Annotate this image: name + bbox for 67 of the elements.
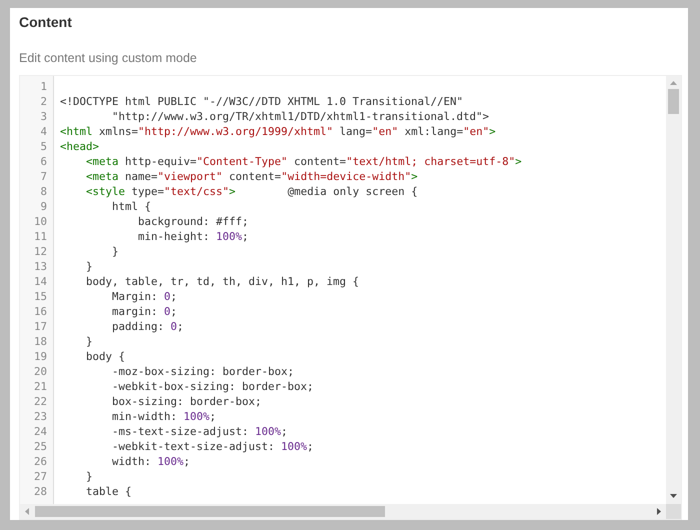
- code-line: "http://www.w3.org/TR/xhtml1/DTD/xhtml1-transitional.dtd">: [111, 109, 490, 124]
- panel-title: Content: [18, 13, 73, 31]
- line-number: 9: [39, 199, 47, 214]
- line-number: 19: [32, 349, 47, 364]
- line-number: 27: [32, 469, 47, 484]
- code-line: }: [85, 259, 93, 274]
- line-number: 26: [32, 454, 47, 469]
- line-number: 8: [39, 184, 47, 199]
- scroll-up-icon[interactable]: [670, 81, 677, 85]
- code-line: <style type="text/css"> @media only screen {: [85, 184, 418, 199]
- scroll-thumb[interactable]: [668, 89, 679, 114]
- vertical-scrollbar[interactable]: [666, 76, 681, 504]
- code-line: }: [85, 334, 93, 349]
- line-number: 4: [39, 124, 47, 139]
- scroll-right-icon[interactable]: [657, 508, 661, 515]
- line-number: 25: [32, 439, 47, 454]
- code-line: table {: [85, 484, 132, 499]
- line-number: 13: [32, 259, 47, 274]
- code-line: background: #fff;: [137, 214, 249, 229]
- line-number: 2: [39, 94, 47, 109]
- line-number: 24: [32, 424, 47, 439]
- code-line: }: [85, 469, 93, 484]
- horizontal-scrollbar[interactable]: [20, 504, 666, 519]
- line-number: 15: [32, 289, 47, 304]
- scrollbar-corner: [666, 504, 681, 519]
- code-line: }: [111, 244, 119, 259]
- code-line: html {: [111, 199, 152, 214]
- line-number: 20: [32, 364, 47, 379]
- line-number: 22: [32, 394, 47, 409]
- code-line: box-sizing: border-box;: [111, 394, 262, 409]
- code-line: <meta name="viewport" content="width=device-width">: [85, 169, 418, 184]
- scroll-thumb[interactable]: [35, 506, 385, 517]
- line-number: 7: [39, 169, 47, 184]
- code-line: <!DOCTYPE html PUBLIC "-//W3C//DTD XHTML 1.0 Transitional//EN": [60, 94, 464, 109]
- line-number: 23: [32, 409, 47, 424]
- line-number: 21: [32, 379, 47, 394]
- code-line: <meta http-equiv="Content-Type" content="text/html; charset=utf-8">: [85, 154, 522, 169]
- code-line: width: 100%;: [111, 454, 190, 469]
- line-number: 17: [32, 319, 47, 334]
- line-number: 28: [32, 484, 47, 499]
- code-line: margin: 0;: [111, 304, 178, 319]
- code-line: -webkit-box-sizing: border-box;: [111, 379, 314, 394]
- scroll-down-icon[interactable]: [670, 494, 677, 498]
- line-number: 5: [39, 139, 47, 154]
- code-line: min-width: 100%;: [111, 409, 216, 424]
- code-editor[interactable]: [19, 75, 682, 520]
- line-number: 18: [32, 334, 47, 349]
- code-line: padding: 0;: [111, 319, 184, 334]
- scroll-left-icon[interactable]: [25, 508, 29, 515]
- code-line: min-height: 100%;: [137, 229, 249, 244]
- line-number: 1: [39, 79, 47, 94]
- panel-subtitle: Edit content using custom mode: [18, 50, 198, 66]
- line-number: 3: [39, 109, 47, 124]
- line-number: 10: [32, 214, 47, 229]
- code-line: -webkit-text-size-adjust: 100%;: [111, 439, 314, 454]
- line-number: 12: [32, 244, 47, 259]
- code-line: -moz-box-sizing: border-box;: [111, 364, 294, 379]
- line-number: 16: [32, 304, 47, 319]
- code-line: <head>: [60, 139, 100, 154]
- code-line: body {: [85, 349, 126, 364]
- line-number: 6: [39, 154, 47, 169]
- code-line: <html xmlns="http://www.w3.org/1999/xhtml" lang="en" xml:lang="en">: [60, 124, 496, 139]
- code-line: -ms-text-size-adjust: 100%;: [111, 424, 288, 439]
- code-line: Margin: 0;: [111, 289, 178, 304]
- line-number: 14: [32, 274, 47, 289]
- code-line: body, table, tr, td, th, div, h1, p, img {: [85, 274, 360, 289]
- line-number: 11: [32, 229, 47, 244]
